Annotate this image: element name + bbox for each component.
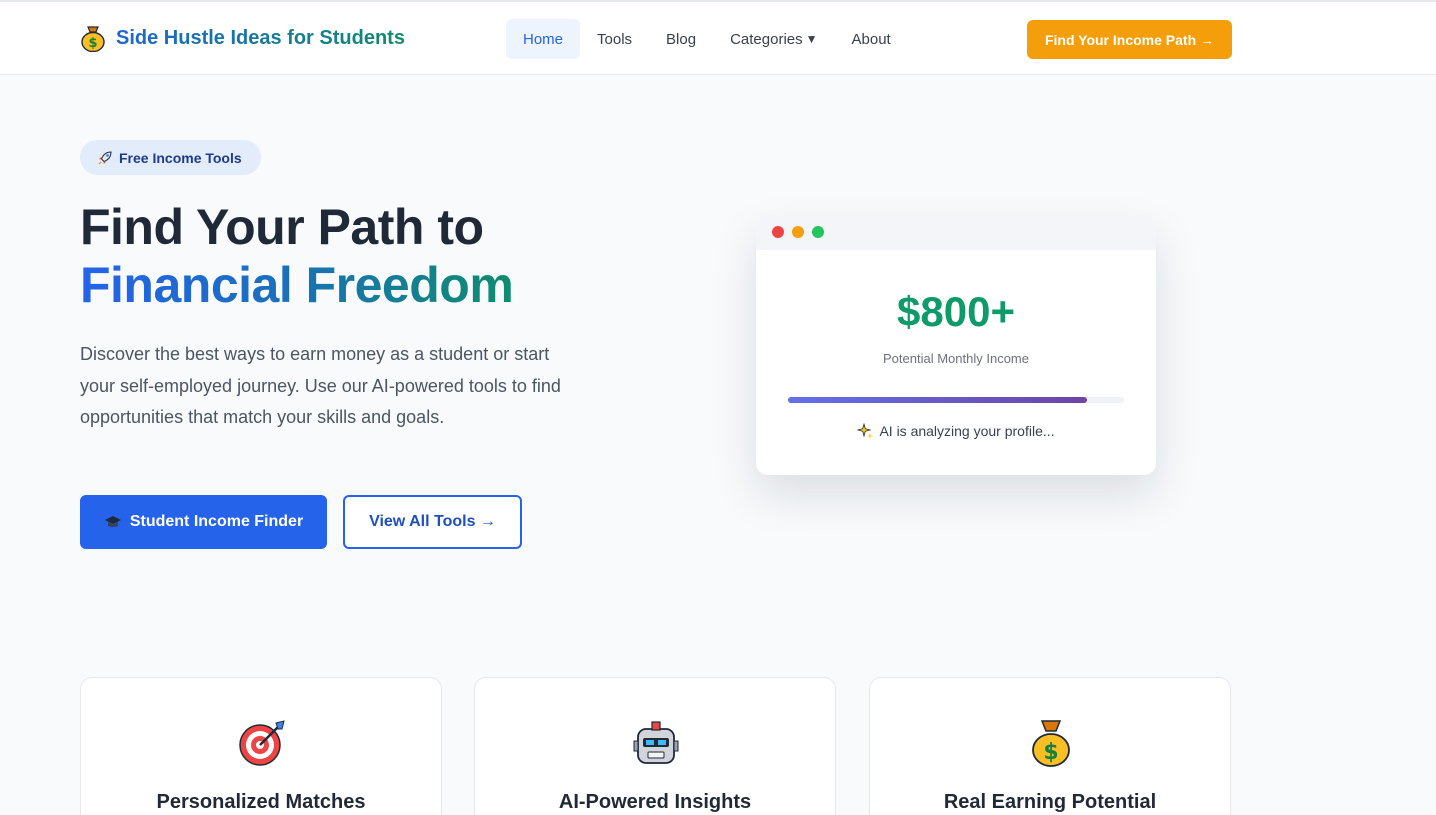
- sparkles-icon: [857, 423, 874, 439]
- nav-categories-label: Categories: [730, 30, 803, 48]
- analysis-status: AI is analyzing your profile...: [756, 423, 1156, 439]
- find-income-path-button[interactable]: Find Your Income Path →: [1027, 20, 1232, 59]
- feature-title: AI-Powered Insights: [558, 791, 752, 813]
- window-titlebar: [756, 215, 1156, 250]
- money-bag-icon: $: [1032, 720, 1070, 767]
- hero-description: Discover the best ways to earn money as …: [80, 344, 561, 427]
- feature-title: Personalized Matches: [156, 791, 366, 813]
- feature-card-personalized: Personalized Matches: [80, 677, 442, 815]
- robot-icon: [633, 721, 679, 764]
- nav-tools[interactable]: Tools: [580, 19, 649, 59]
- rocket-icon: [98, 150, 112, 165]
- income-amount-label: Potential Monthly Income: [883, 351, 1029, 366]
- feature-card-ai-insights: AI-Powered Insights: [474, 677, 836, 815]
- feature-card-earning-potential: $ Real Earning Potential: [869, 677, 1231, 815]
- student-income-finder-label: Student Income Finder: [129, 513, 304, 530]
- window-maximize-dot: [812, 226, 824, 238]
- analysis-progress-fill: [788, 397, 1088, 403]
- site-title: Side Hustle Ideas for Students: [116, 26, 405, 49]
- chevron-down-icon: ▼: [805, 32, 818, 46]
- free-tools-badge: Free Income Tools: [80, 140, 261, 175]
- hero-heading-line1: Find Your Path to: [80, 199, 484, 255]
- site-logo[interactable]: $ Side Hustle Ideas for Students: [80, 24, 405, 52]
- feature-title: Real Earning Potential: [943, 791, 1157, 813]
- nav-about[interactable]: About: [835, 19, 908, 59]
- target-icon: [239, 720, 285, 766]
- hero-heading-line2: Financial Freedom: [80, 257, 514, 313]
- income-preview-card: $800+ Potential Monthly Income AI is ana…: [756, 215, 1156, 475]
- analysis-status-text: AI is analyzing your profile...: [879, 423, 1055, 439]
- graduation-cap-icon: [104, 516, 121, 527]
- main-nav: Home Tools Blog Categories ▼ About: [506, 19, 908, 59]
- student-income-finder-button[interactable]: Student Income Finder: [80, 495, 327, 549]
- window-minimize-dot: [792, 226, 804, 238]
- nav-categories[interactable]: Categories ▼: [713, 19, 834, 59]
- income-amount: $800+: [897, 288, 1015, 335]
- analysis-progress-bar: [788, 397, 1124, 403]
- svg-text:$: $: [1043, 740, 1058, 765]
- view-all-tools-button[interactable]: View All Tools →: [343, 495, 522, 549]
- badge-label: Free Income Tools: [119, 149, 242, 166]
- hero-heading: Find Your Path to Financial Freedom: [80, 198, 514, 314]
- money-bag-icon: $: [81, 26, 105, 52]
- nav-home[interactable]: Home: [506, 19, 581, 59]
- nav-blog[interactable]: Blog: [649, 19, 713, 59]
- site-header: $ Side Hustle Ideas for Students Home To…: [0, 2, 1436, 75]
- svg-text:$: $: [88, 36, 97, 51]
- window-close-dot: [772, 226, 784, 238]
